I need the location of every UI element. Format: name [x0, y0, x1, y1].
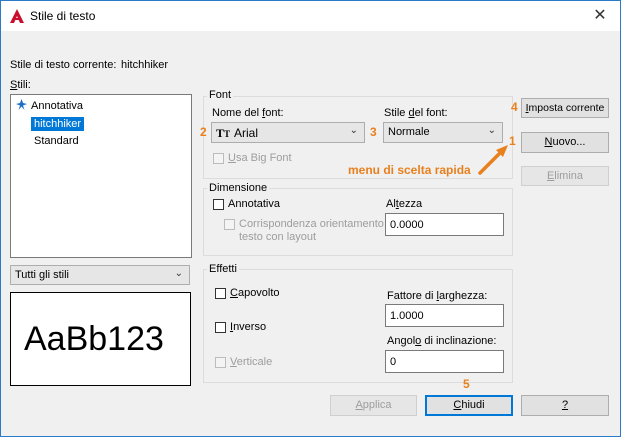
close-button[interactable]: Chiudi — [425, 395, 513, 416]
preview-text: AaBb123 — [24, 320, 164, 358]
width-factor-value[interactable] — [386, 305, 503, 326]
width-factor-label: Fattore di larghezza: — [387, 290, 488, 302]
autocad-icon — [10, 9, 24, 23]
vertical-checkbox[interactable] — [215, 357, 226, 368]
list-item-label: Annotativa — [31, 100, 83, 112]
callout-5: 5 — [463, 377, 470, 391]
oblique-angle-label: Angolo di inclinazione: — [387, 335, 497, 347]
font-name-dropdown[interactable]: TT Arial ⌄ — [211, 122, 365, 143]
oblique-angle-input[interactable] — [385, 350, 504, 373]
styles-filter-dropdown[interactable]: Tutti gli stili ⌄ — [10, 265, 190, 285]
use-big-font-label: Usa Big Font — [228, 152, 292, 164]
apply-button[interactable]: Applica — [330, 395, 417, 416]
font-style-dropdown[interactable]: Normale ⌄ — [383, 122, 503, 143]
help-button[interactable]: ? — [521, 395, 609, 416]
font-name-value: Arial — [234, 126, 259, 140]
use-big-font-checkbox[interactable] — [213, 153, 224, 164]
match-orientation-checkbox[interactable] — [224, 219, 235, 230]
list-item-standard[interactable]: Standard — [34, 134, 79, 148]
callout-context-menu-label: menu di scelta rapida — [348, 163, 471, 177]
callout-2: 2 — [200, 125, 207, 139]
arrow-icon — [478, 145, 508, 175]
upside-down-label: Capovolto — [230, 287, 280, 299]
match-orientation-label-1: Corrispondenza orientamento — [239, 218, 384, 230]
height-label: Altezza — [386, 198, 423, 210]
backwards-checkbox[interactable] — [215, 322, 226, 333]
preview-box: AaBb123 — [10, 292, 191, 386]
chevron-down-icon: ⌄ — [487, 125, 496, 136]
height-input[interactable] — [385, 213, 504, 236]
current-style-label: Stile di testo corrente: — [10, 59, 117, 71]
current-style-value: hitchhiker — [121, 59, 169, 71]
annotative-checkbox[interactable] — [213, 199, 224, 210]
annotative-label: Annotativa — [228, 198, 280, 210]
delete-button[interactable]: Elimina — [521, 166, 609, 186]
window-title: Stile di testo — [30, 9, 96, 23]
oblique-angle-value[interactable] — [386, 351, 503, 372]
annotative-icon — [16, 99, 27, 110]
styles-listbox[interactable]: Annotativa hitchhiker Standard — [10, 94, 192, 258]
truetype-icon: TT — [216, 126, 231, 140]
styles-label: Stili: — [10, 79, 31, 91]
font-style-value: Normale — [388, 126, 430, 138]
backwards-label: Inverso — [230, 321, 267, 333]
match-orientation-label-2: testo con layout — [239, 231, 317, 243]
list-item-label: Standard — [34, 135, 79, 147]
close-icon[interactable]: ✕ — [590, 6, 610, 26]
width-factor-input[interactable] — [385, 304, 504, 327]
effects-group-title: Effetti — [207, 263, 239, 275]
font-style-label: Stile del font: — [384, 107, 448, 119]
list-item-hitchhiker[interactable]: hitchhiker — [31, 117, 85, 131]
callout-3: 3 — [370, 125, 377, 139]
font-name-label: Nome del font: — [212, 107, 284, 119]
list-item-annotativa[interactable]: Annotativa — [16, 99, 83, 113]
text-style-dialog: Stile di testo ✕ Stile di testo corrente… — [0, 0, 621, 437]
callout-4: 4 — [511, 100, 518, 114]
new-button[interactable]: Nuovo... — [521, 132, 609, 153]
chevron-down-icon: ⌄ — [174, 268, 183, 279]
height-value[interactable] — [386, 214, 503, 235]
callout-1: 1 — [509, 134, 516, 148]
upside-down-checkbox[interactable] — [215, 288, 226, 299]
list-item-label: hitchhiker — [34, 118, 82, 130]
title-bar: Stile di testo ✕ — [1, 1, 620, 31]
styles-filter-value: Tutti gli stili — [15, 269, 69, 281]
chevron-down-icon: ⌄ — [349, 125, 358, 136]
vertical-label: Verticale — [230, 356, 273, 368]
size-group-title: Dimensione — [207, 182, 270, 194]
font-group-title: Font — [207, 89, 234, 101]
set-current-button[interactable]: Imposta corrente — [521, 98, 609, 118]
